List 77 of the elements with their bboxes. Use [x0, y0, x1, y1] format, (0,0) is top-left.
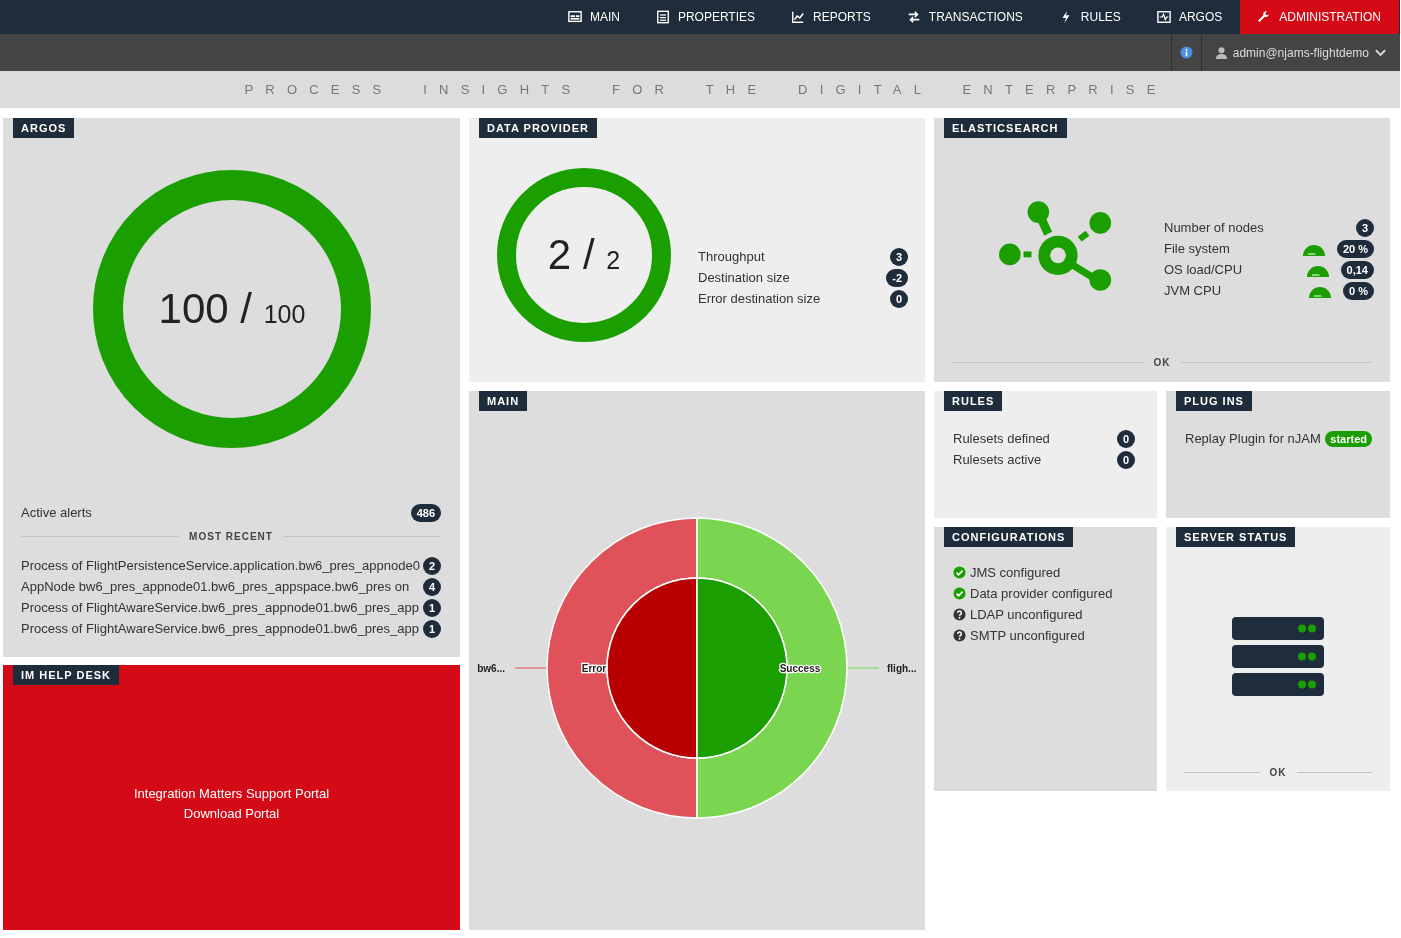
- info-icon[interactable]: [1179, 46, 1193, 59]
- alert-link[interactable]: Process of FlightPersistenceService.application.bw6_pres_appnode0: [21, 558, 420, 573]
- user-icon: [1215, 46, 1227, 59]
- segment-label: bw6...: [477, 662, 505, 674]
- nav-tab[interactable]: TRANSACTIONS: [888, 0, 1041, 34]
- panel-title: IM HELP DESK: [13, 665, 120, 685]
- wrench-icon: [1257, 10, 1272, 24]
- server-icon: [1232, 617, 1324, 697]
- user-menu[interactable]: admin@njams-flightdemo: [1209, 45, 1392, 60]
- panel-title: MAIN: [479, 391, 528, 411]
- config-status: LDAP unconfigured: [970, 607, 1083, 622]
- segment-label: fligh...: [887, 662, 917, 674]
- count-badge: 4: [422, 577, 441, 596]
- list-icon: [655, 10, 670, 24]
- section-heading: MOST RECENT: [189, 531, 273, 542]
- count-badge: 0: [1116, 450, 1135, 469]
- tagline: PROCESS INSIGHTS FOR THE DIGITAL ENTERPRISE: [243, 82, 1168, 97]
- count-badge: 3: [889, 247, 908, 266]
- count-badge: 20 %: [1336, 239, 1374, 258]
- nav-tab[interactable]: PROPERTIES: [637, 0, 774, 34]
- panel-title: ELASTICSEARCH: [944, 118, 1067, 138]
- ring-reading: 2 / 2: [547, 231, 621, 279]
- alerts-label: Active alerts: [21, 505, 92, 520]
- count-badge: 2: [422, 556, 441, 575]
- panel-title: RULES: [944, 391, 1003, 411]
- count-badge: 0: [1116, 429, 1135, 448]
- count-badge: 0,14: [1340, 260, 1374, 279]
- status-badge: started: [1325, 430, 1372, 447]
- metric-label: Destination size: [698, 270, 790, 285]
- plugin-name: Replay Plugin for nJAM: [1185, 431, 1321, 446]
- config-status: JMS configured: [970, 565, 1061, 580]
- exchange-icon: [906, 10, 921, 24]
- count-badge: 0: [889, 289, 908, 308]
- nav-tab[interactable]: RULES: [1040, 0, 1139, 34]
- window-icon: [567, 10, 582, 24]
- panel-title: DATA PROVIDER: [479, 118, 598, 138]
- portal-link[interactable]: Download Portal: [183, 806, 280, 821]
- segment-label: Error: [581, 662, 607, 674]
- metric-label: Rulesets defined: [953, 431, 1050, 446]
- metric-label: JVM CPU: [1164, 283, 1222, 298]
- metric-label: File system: [1164, 241, 1230, 256]
- alert-link[interactable]: Process of FlightAwareService.bw6_pres_appnode01.bw6_pres_app: [21, 600, 419, 615]
- metric-label: OS load/CPU: [1164, 262, 1243, 277]
- count-badge: -2: [886, 268, 908, 287]
- leader-line: [847, 667, 880, 668]
- metric-label: Number of nodes: [1164, 220, 1264, 235]
- config-status: Data provider configured: [970, 586, 1113, 601]
- outer-segment[interactable]: [546, 516, 698, 819]
- outer-segment[interactable]: [696, 516, 848, 819]
- chevron-down-icon: [1375, 48, 1386, 57]
- count-badge: 1: [422, 598, 441, 617]
- metric-label: Throughput: [698, 249, 765, 264]
- panel-title: SERVER STATUS: [1176, 527, 1296, 547]
- panel-title: PLUG INS: [1176, 391, 1252, 411]
- count-badge: 486: [410, 503, 441, 522]
- status-label: OK: [1153, 357, 1171, 368]
- metric-label: Error destination size: [698, 291, 821, 306]
- portal-link[interactable]: Integration Matters Support Portal: [133, 786, 330, 801]
- alert-link[interactable]: Process of FlightAwareService.bw6_pres_appnode01.bw6_pres_app: [21, 621, 419, 636]
- nav-tab[interactable]: ADMINISTRATION: [1240, 0, 1399, 34]
- count-badge: 1: [422, 619, 441, 638]
- count-badge: 3: [1355, 218, 1374, 237]
- ring-reading: 100 / 100: [158, 285, 306, 333]
- inner-segment[interactable]: [606, 576, 698, 759]
- alert-link[interactable]: AppNode bw6_pres_appnode01.bw6_pres_appspace.bw6_pres on: [21, 579, 410, 594]
- status-label: OK: [1269, 767, 1287, 778]
- metric-label: Rulesets active: [953, 452, 1042, 467]
- line-chart-icon: [791, 10, 806, 24]
- config-status: SMTP unconfigured: [970, 628, 1085, 643]
- leader-line: [514, 667, 547, 668]
- count-badge: 0 %: [1343, 281, 1374, 300]
- nav-tab[interactable]: ARGOS: [1138, 0, 1241, 34]
- pulse-window-icon: [1156, 10, 1171, 24]
- nav-tab[interactable]: REPORTS: [773, 0, 889, 34]
- panel-title: ARGOS: [13, 118, 75, 138]
- nav-tab[interactable]: MAIN: [549, 0, 638, 34]
- panel-title: CONFIGURATIONS: [944, 527, 1074, 547]
